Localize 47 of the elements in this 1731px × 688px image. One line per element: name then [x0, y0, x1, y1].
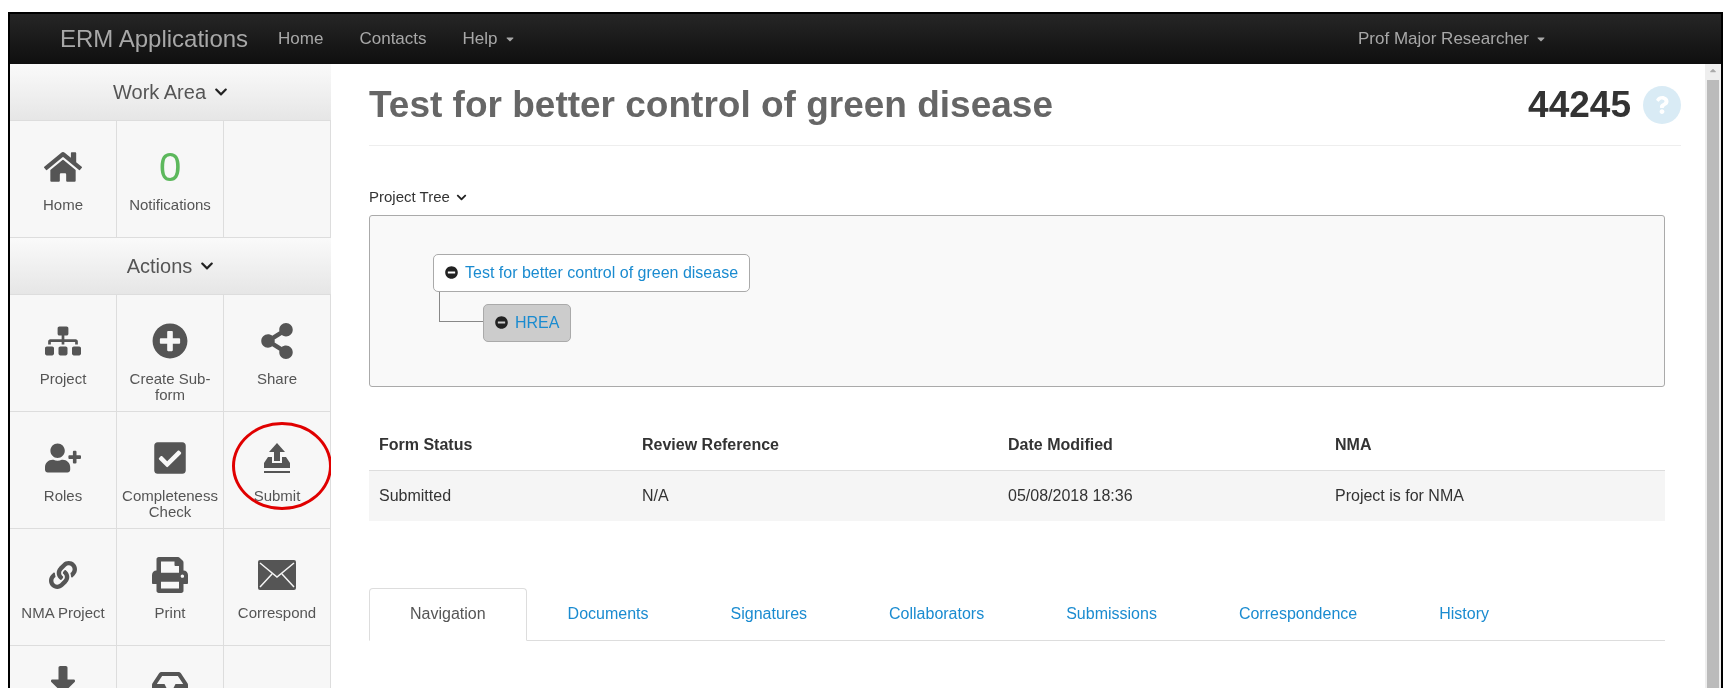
sidebar-tile[interactable]: Print	[117, 529, 224, 646]
table-cell-text: Submitted	[378, 485, 453, 506]
table-cell-text: 05/08/2018 18:36	[1007, 485, 1134, 506]
user-menu[interactable]: Prof Major Researcher	[1358, 26, 1547, 52]
section-toggle[interactable]: Project Tree	[369, 186, 467, 209]
sidebar-tile[interactable]: Home	[10, 121, 117, 238]
tab[interactable]: Collaborators	[848, 587, 1026, 641]
column-header: NMA	[1334, 435, 1373, 455]
section-header[interactable]: Actions	[10, 238, 331, 295]
sidebar-tile[interactable]: Completeness Check	[117, 412, 224, 529]
tab[interactable]: Documents	[526, 587, 690, 641]
tab[interactable]: Navigation	[369, 587, 527, 641]
sidebar-tile[interactable]: Roles	[10, 412, 117, 529]
nav-link[interactable]: Contacts	[359, 26, 427, 52]
column-header: Date Modified	[1007, 435, 1114, 455]
sidebar-tile[interactable]: Share	[224, 295, 331, 412]
help-icon[interactable]	[1643, 85, 1681, 124]
sidebar-tile[interactable]: 0 Notifications	[117, 121, 224, 238]
sidebar-tile[interactable]: Submit	[224, 412, 331, 529]
tab[interactable]: Correspondence	[1197, 587, 1399, 641]
checkbox-icon	[152, 440, 188, 476]
table-cell-text: N/A	[641, 485, 670, 506]
tab[interactable]: History	[1398, 587, 1530, 641]
share-icon	[259, 323, 295, 359]
table-cell-text: Project is for NMA	[1334, 485, 1465, 506]
scrollbar[interactable]	[1705, 64, 1721, 688]
page-title: Test for better control of green disease	[369, 82, 1053, 127]
nav-link[interactable]: Home	[278, 26, 324, 52]
sidebar-tile[interactable]: NMA Project	[10, 529, 117, 646]
collapse-icon	[495, 316, 508, 329]
tab[interactable]: Signatures	[689, 587, 849, 641]
link-icon	[49, 561, 77, 589]
brand-name[interactable]: ERM Applications	[60, 21, 249, 57]
printer-icon	[152, 557, 188, 593]
collapse-icon	[445, 266, 458, 279]
section-header[interactable]: Work Area	[10, 64, 331, 121]
nav-link[interactable]: Help	[462, 26, 516, 52]
project-number: 44245	[1528, 82, 1631, 127]
column-header: Review Reference	[641, 435, 780, 455]
column-header: Form Status	[378, 435, 474, 455]
sidebar-tile[interactable]: Create Sub-form	[117, 295, 224, 412]
sidebar-tile[interactable]: Project	[10, 295, 117, 412]
envelope-icon	[257, 559, 297, 591]
tree-node[interactable]: Test for better control of green disease	[433, 253, 751, 292]
sidebar-tile[interactable]: Correspond	[224, 529, 331, 646]
notification-count: 0	[158, 145, 182, 189]
tab[interactable]: Submissions	[1025, 587, 1198, 641]
